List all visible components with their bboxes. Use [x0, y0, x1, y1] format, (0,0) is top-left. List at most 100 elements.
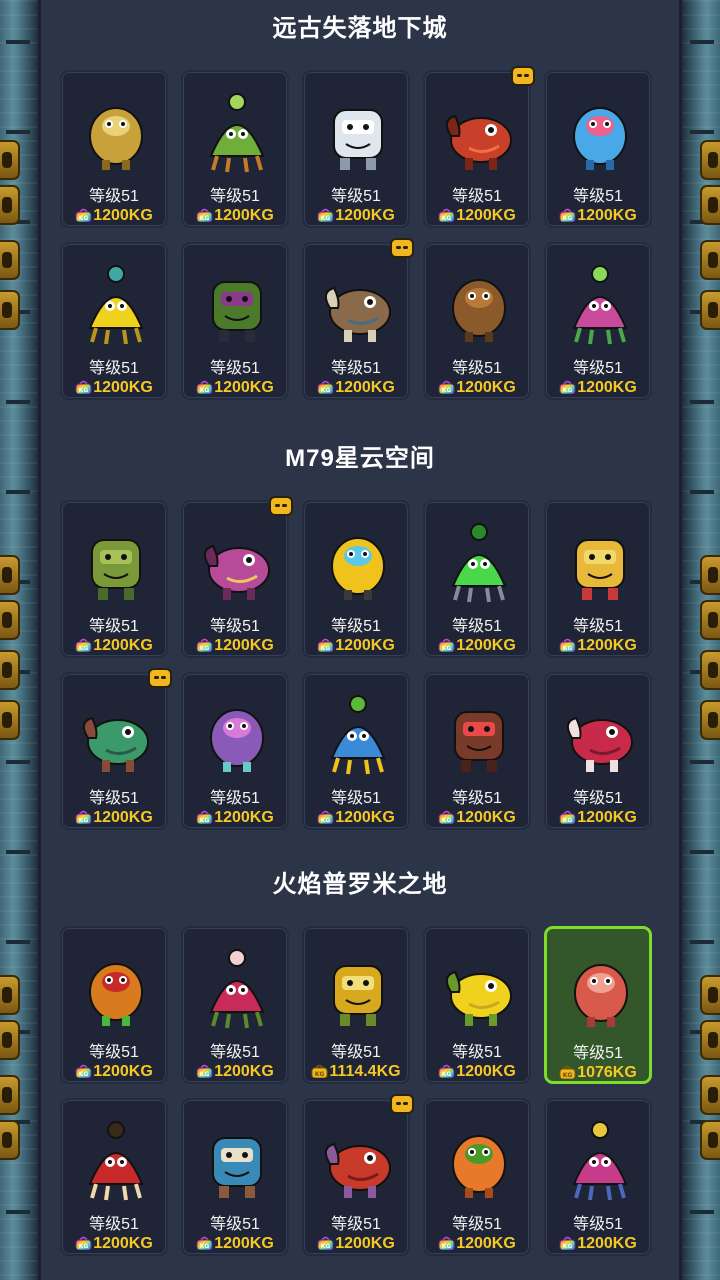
card-cube-squid[interactable]: 等级51 KG 1200KG	[302, 1094, 414, 1256]
red-urchin-icon	[560, 686, 640, 778]
card-orange-hamster[interactable]: 等级51 KG 1200KG	[423, 1098, 531, 1256]
rail-clip	[0, 555, 20, 595]
svg-text:KG: KG	[442, 387, 452, 394]
card-apple-halves[interactable]: 等级51 KG 1200KG	[60, 1098, 168, 1256]
card-bulb-octopus[interactable]: 等级51 KG 1200KG	[181, 672, 289, 830]
svg-text:KG: KG	[321, 1243, 331, 1250]
rail-clip	[0, 600, 20, 640]
rail-clip	[700, 700, 720, 740]
level-label: 等级51	[89, 618, 139, 635]
price-label: KG 1200KG	[304, 637, 408, 655]
level-label: 等级51	[210, 188, 260, 205]
rail-clip	[0, 140, 20, 180]
rail-clip	[700, 1020, 720, 1060]
green-robot-icon	[439, 514, 519, 606]
card-red-dinosaur[interactable]: 等级51 KG 1200KG	[423, 66, 535, 228]
level-label: 等级51	[573, 188, 623, 205]
price-label: KG 1200KG	[62, 637, 166, 655]
card-cone-creature[interactable]: 等级51 KG 1200KG	[544, 500, 652, 658]
price-value: 1200KG	[214, 809, 274, 826]
rail-seam	[690, 490, 714, 494]
top-hat-goblin-icon	[197, 256, 277, 348]
card-brown-bear[interactable]: 等级51 KG 1200KG	[423, 242, 531, 400]
apple-halves-icon	[76, 1112, 156, 1204]
gamepad-badge-icon	[269, 496, 293, 516]
rainbow-bag-icon: KG	[75, 379, 92, 395]
price-value: 1200KG	[456, 1235, 516, 1252]
rainbow-bag-icon: KG	[75, 207, 92, 223]
rail-clip	[0, 700, 20, 740]
price-value: 1200KG	[456, 379, 516, 396]
gold-bag-icon: KG	[559, 1064, 576, 1080]
section-grid-flame-land: 等级51 KG 1200KG 等级51 KG 1200KG 等级51 KG 1114.4KG…	[60, 926, 660, 1256]
price-label: KG 1200KG	[425, 207, 529, 225]
rail-seam	[6, 760, 30, 764]
card-yellow-squirrel[interactable]: 等级51 KG 1200KG	[60, 242, 168, 400]
yeti-icon	[318, 84, 398, 176]
gamepad-badge-icon	[148, 668, 172, 688]
card-top-hat-goblin[interactable]: 等级51 KG 1200KG	[181, 242, 289, 400]
price-label: KG 1200KG	[546, 207, 650, 225]
pineapple-owl-icon	[318, 940, 398, 1032]
card-sausage-octopus[interactable]: 等级51 KG 1076KG	[544, 926, 652, 1084]
cone-creature-icon	[560, 514, 640, 606]
card-banana[interactable]: 等级51 KG 1200KG	[423, 926, 531, 1084]
price-label: KG 1200KG	[183, 379, 287, 397]
rail-clip	[0, 1020, 20, 1060]
card-pink-croc[interactable]: 等级51 KG 1200KG	[544, 242, 652, 400]
svg-text:KG: KG	[200, 1071, 210, 1078]
price-value: 1200KG	[456, 637, 516, 654]
level-label: 等级51	[573, 618, 623, 635]
svg-text:KG: KG	[321, 645, 331, 652]
card-green-robot[interactable]: 等级51 KG 1200KG	[423, 500, 531, 658]
rail-seam	[6, 940, 30, 944]
card-frankenstein-turtle[interactable]: 等级51 KG 1200KG	[60, 668, 172, 830]
price-label: KG 1200KG	[546, 1235, 650, 1253]
level-label: 等级51	[331, 790, 381, 807]
card-shell-mech[interactable]: 等级51 KG 1200KG	[302, 238, 414, 400]
svg-text:KG: KG	[442, 817, 452, 824]
orange-hamster-icon	[439, 1112, 519, 1204]
card-chocolate-blob[interactable]: 等级51 KG 1200KG	[423, 672, 531, 830]
card-pink-pot[interactable]: 等级51 KG 1200KG	[181, 496, 293, 658]
rail-seam	[690, 850, 714, 854]
blue-slime-icon	[560, 84, 640, 176]
rail-seam	[6, 490, 30, 494]
card-blue-druid[interactable]: 等级51 KG 1200KG	[181, 1098, 289, 1256]
flytrap-icon	[197, 940, 277, 1032]
card-toucan[interactable]: 等级51 KG 1200KG	[60, 926, 168, 1084]
level-label: 等级51	[89, 188, 139, 205]
card-pineapple-owl[interactable]: 等级51 KG 1114.4KG	[302, 926, 410, 1084]
price-value: 1200KG	[335, 1235, 395, 1252]
frankenstein-turtle-icon	[76, 686, 156, 778]
price-label: KG 1200KG	[183, 809, 287, 827]
price-value: 1200KG	[577, 1235, 637, 1252]
card-red-urchin[interactable]: 等级51 KG 1200KG	[544, 672, 652, 830]
card-green-pod[interactable]: 等级51 KG 1200KG	[60, 500, 168, 658]
card-yeti[interactable]: 等级51 KG 1200KG	[302, 70, 410, 228]
card-sprout[interactable]: 等级51 KG 1200KG	[181, 70, 289, 228]
price-value: 1200KG	[93, 1063, 153, 1080]
rail-clip	[0, 240, 20, 280]
card-bee[interactable]: 等级51 KG 1200KG	[302, 500, 410, 658]
svg-text:KG: KG	[563, 215, 573, 222]
card-flytrap[interactable]: 等级51 KG 1200KG	[181, 926, 289, 1084]
sausage-octopus-icon	[561, 941, 641, 1033]
price-label: KG 1200KG	[425, 809, 529, 827]
price-label: KG 1200KG	[304, 809, 408, 827]
rail-seam	[690, 130, 714, 134]
card-king-scarecrow[interactable]: 等级51 KG 1200KG	[60, 70, 168, 228]
card-beetle[interactable]: 等级51 KG 1200KG	[302, 672, 410, 830]
level-label: 等级51	[452, 1216, 502, 1233]
level-label: 等级51	[89, 790, 139, 807]
section-title-flame-land: 火焰普罗米之地	[272, 871, 448, 898]
card-blue-slime[interactable]: 等级51 KG 1200KG	[544, 70, 652, 228]
level-label: 等级51	[210, 1216, 260, 1233]
level-label: 等级51	[573, 1216, 623, 1233]
card-rocket-robot[interactable]: 等级51 KG 1200KG	[544, 1098, 652, 1256]
svg-text:KG: KG	[79, 817, 89, 824]
rail-clip	[0, 650, 20, 690]
rainbow-bag-icon: KG	[438, 379, 455, 395]
svg-text:KG: KG	[563, 645, 573, 652]
level-label: 等级51	[452, 790, 502, 807]
